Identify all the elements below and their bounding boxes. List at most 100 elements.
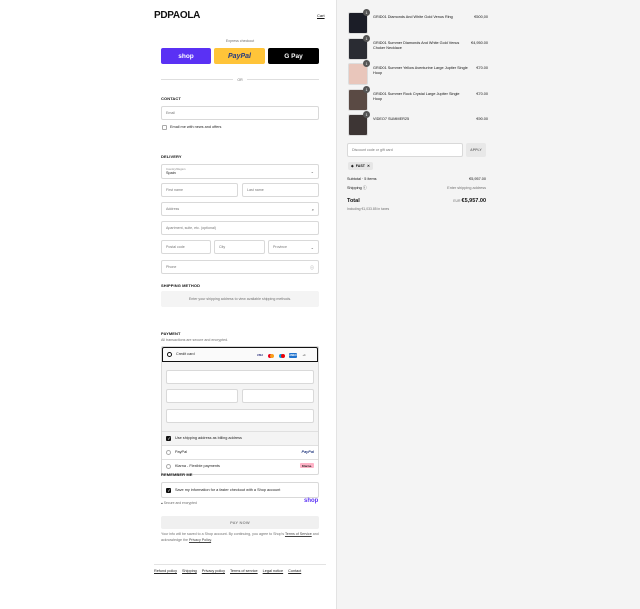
footer-links: Refund policy Shipping Privacy policy Te… [154,569,301,573]
discount-code-input[interactable]: Discount code or gift card [347,143,463,157]
tax-note: Including €1,033.85 in taxes [347,207,390,211]
payment-subtitle: All transactions are secure and encrypte… [161,338,229,342]
tag-icon: ◈ [351,164,354,168]
postal-placeholder: Postal code [166,245,185,249]
express-checkout-title: Express checkout [225,39,255,43]
postal-code-field[interactable]: Postal code [161,240,211,254]
more-cards-label: +4 [302,354,306,357]
apartment-field[interactable]: Apartment, suite, etc. (optional) [161,221,319,235]
product-price: €500,00 [474,15,488,19]
divider-line [161,79,234,80]
klarna-radio[interactable] [166,464,171,469]
quantity-badge: 1 [363,60,370,67]
legal-text-1: Your info will be saved to a Shop accoun… [161,532,285,536]
quantity-badge: 1 [363,35,370,42]
paypal-label: PayPal [175,450,188,454]
discount-code-label: FAST [355,164,365,168]
cart-link[interactable]: Cart [317,13,325,18]
shipping-info-icon[interactable]: ⓘ [363,186,367,190]
last-name-field[interactable]: Last name [242,183,319,197]
paypal-logo: PayPal [301,450,314,454]
shop-logo: shop [304,498,319,504]
currency-code: EUR [453,199,461,203]
apply-discount-button: APPLY [466,143,486,157]
or-label: OR [237,77,243,82]
terms-link[interactable]: Terms of Service [285,532,312,536]
first-name-placeholder: First name [166,188,183,192]
shipping-message: Enter your shipping address to view avai… [161,291,319,307]
shipping-label: Shipping [347,186,362,190]
billing-same-checkbox[interactable] [166,436,171,442]
paypal-radio[interactable] [166,450,171,455]
newsletter-checkbox[interactable] [162,125,167,130]
paypal-button[interactable]: PayPal [214,48,265,64]
province-select[interactable]: Province ⌄ [268,240,319,254]
shipping-link[interactable]: Shipping [182,569,197,573]
credit-card-form [162,362,318,432]
applied-discount-chip: ◈ FAST ✕ [348,162,373,170]
remember-me-box[interactable]: Save my information for a faster checkou… [161,482,319,498]
order-item: 1 VIDEO7 SUMMER25 €90.00 [348,111,488,136]
remove-discount-icon[interactable]: ✕ [367,164,370,168]
security-code-field[interactable] [242,389,314,403]
amex-icon: AMEX [289,353,297,358]
product-price: €70.00 [476,92,488,96]
email-field[interactable]: Email [161,106,319,120]
google-pay-button[interactable]: G Pay [268,48,319,64]
refund-policy-link[interactable]: Refund policy [154,569,177,573]
country-value: Spain [166,171,176,175]
secure-note: 🔒︎ Secure and encrypted [161,501,197,505]
shipping-heading: SHIPPING METHOD [161,283,201,288]
privacy-link[interactable]: Privacy Policy [189,538,211,542]
expiry-field[interactable] [166,389,238,403]
product-price: €90.00 [476,117,488,121]
payment-heading: PAYMENT [161,331,181,336]
phone-field[interactable]: Phone ⓘ [161,260,319,274]
first-name-field[interactable]: First name [161,183,238,197]
contact-link[interactable]: Contact [288,569,301,573]
quantity-badge: 1 [363,111,370,118]
email-placeholder: Email [166,111,175,115]
credit-card-option[interactable]: Credit card VISA AMEX +4 [162,347,318,362]
quantity-badge: 1 [363,9,370,16]
subtotal-label: Subtotal · 5 items [347,177,377,181]
shop-pay-button[interactable]: shop [161,48,211,64]
billing-address-row[interactable]: Use shipping address as billing address [162,432,318,446]
privacy-policy-link[interactable]: Privacy policy [202,569,225,573]
legal-text-3: . [211,537,213,542]
order-item: 1 GRID01 Summer Yellow Aventurine Large … [348,60,488,85]
legal-notice: Your info will be saved to a Shop accoun… [161,532,321,543]
pay-now-button[interactable]: PAY NOW [161,516,319,529]
credit-card-radio[interactable] [167,352,172,357]
or-divider: OR [161,77,320,82]
city-placeholder: City [219,245,226,249]
name-on-card-field[interactable] [166,409,314,423]
lock-icon: 🔒︎ [161,501,163,505]
paypal-option[interactable]: PayPal PayPal [162,446,318,460]
help-icon[interactable]: ⓘ [310,265,314,271]
brand-logo[interactable]: PDPAOLA [154,10,200,21]
terms-of-service-link[interactable]: Terms of service [230,569,258,573]
product-name: GRID01 Summer Diamonds And White Gold Ve… [373,41,460,51]
product-name: GRID01 Summer Yellow Aventurine Large Ju… [373,66,468,76]
save-info-checkbox[interactable] [166,488,171,494]
divider-line [246,79,320,80]
address-field[interactable]: Address ⌕ [161,202,319,216]
apartment-placeholder: Apartment, suite, etc. (optional) [166,226,216,230]
city-field[interactable]: City [214,240,265,254]
quantity-badge: 1 [363,86,370,93]
remember-heading: REMEMBER ME [161,472,193,477]
legal-notice-link[interactable]: Legal notice [263,569,283,573]
delivery-heading: DELIVERY [161,154,182,159]
order-item: 1 GRID01 Summer Diamonds And White Gold … [348,35,488,60]
discount-placeholder: Discount code or gift card [352,148,393,152]
card-number-field[interactable] [166,370,314,384]
klarna-logo: Klarna. [299,463,314,469]
total-value: €5,957.00 [461,198,486,204]
newsletter-label: Email me with news and offers [170,125,222,129]
chevron-down-icon: ⌄ [310,245,314,250]
credit-card-label: Credit card [176,352,195,356]
subtotal-value: €5,957.00 [469,177,486,181]
country-select[interactable]: Country/Region Spain ⌄ [161,164,319,179]
shipping-value: Enter shipping address [447,186,486,190]
